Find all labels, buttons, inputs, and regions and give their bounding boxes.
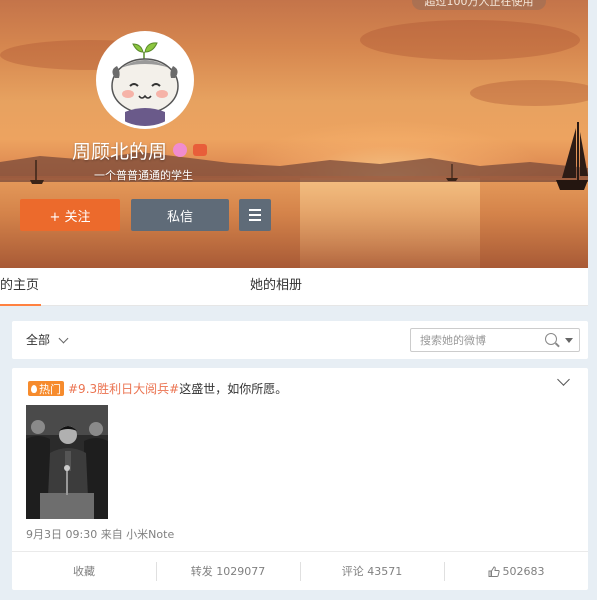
user-count-badge: 超过100万人正在使用 — [412, 0, 546, 10]
post-body: 这盛世，如你所愿。 — [179, 382, 288, 396]
profile-bio: 一个普普通通的学生 — [94, 169, 193, 182]
search-icon[interactable] — [545, 333, 557, 345]
comment-label: 评论 43571 — [341, 565, 403, 578]
post-card: 热门 #9.3胜利日大阅兵# 这盛世，如你所愿。 9月3日 09:30 来自 小… — [12, 368, 588, 590]
thumbs-up-icon — [488, 565, 500, 577]
cartoon-avatar-icon — [99, 34, 191, 126]
filter-dropdown[interactable]: 全部 — [26, 331, 69, 348]
vip-badge-icon[interactable] — [173, 143, 188, 157]
chevron-down-icon — [58, 333, 69, 343]
menu-icon — [249, 219, 261, 221]
flame-icon — [31, 384, 37, 393]
search-input[interactable] — [411, 329, 531, 351]
profile-name: 周顾北的周 — [72, 140, 168, 163]
more-menu-button[interactable] — [239, 199, 271, 231]
favorite-label: 收藏 — [73, 565, 95, 578]
black-white-photo — [26, 405, 108, 519]
post-actions: 收藏 转发 1029077 评论 43571 502683 — [12, 551, 588, 590]
menu-icon — [249, 214, 261, 216]
like-button[interactable]: 502683 — [444, 552, 588, 590]
caret-down-icon[interactable] — [565, 338, 573, 343]
message-button[interactable]: 私信 — [131, 199, 229, 231]
repost-label: 转发 1029077 — [190, 565, 266, 578]
post-meta: 9月3日 09:30 来自 小米Note — [26, 528, 175, 541]
tab-album[interactable]: 她的相册 — [250, 268, 302, 306]
profile-tabs: 的主页 她的相册 — [0, 268, 588, 306]
hot-label: 热门 — [39, 382, 61, 396]
level-badge-icon[interactable] — [193, 144, 208, 156]
repost-button[interactable]: 转发 1029077 — [156, 552, 300, 590]
avatar[interactable] — [96, 31, 194, 129]
chevron-down-icon[interactable] — [557, 373, 570, 386]
topic-link[interactable]: #9.3胜利日大阅兵# — [68, 380, 179, 397]
tab-home[interactable]: 的主页 — [0, 268, 42, 306]
like-count: 502683 — [502, 564, 545, 578]
follow-button[interactable]: + 关注 — [20, 199, 120, 231]
post-text: 热门 #9.3胜利日大阅兵# 这盛世，如你所愿。 — [28, 380, 287, 397]
post-photo[interactable] — [26, 405, 108, 519]
profile-cover: 超过100万人正在使用 周顾北的周 一个普普通通的学生 + 关注 私信 — [0, 0, 588, 268]
profile-name-row: 周顾北的周 — [72, 138, 208, 163]
hot-badge: 热门 — [28, 381, 64, 396]
feed-filter-bar: 全部 — [12, 321, 588, 359]
search-box — [410, 328, 580, 352]
menu-icon — [249, 209, 261, 211]
comment-button[interactable]: 评论 43571 — [300, 552, 444, 590]
filter-label: 全部 — [26, 333, 51, 347]
favorite-button[interactable]: 收藏 — [12, 552, 156, 590]
